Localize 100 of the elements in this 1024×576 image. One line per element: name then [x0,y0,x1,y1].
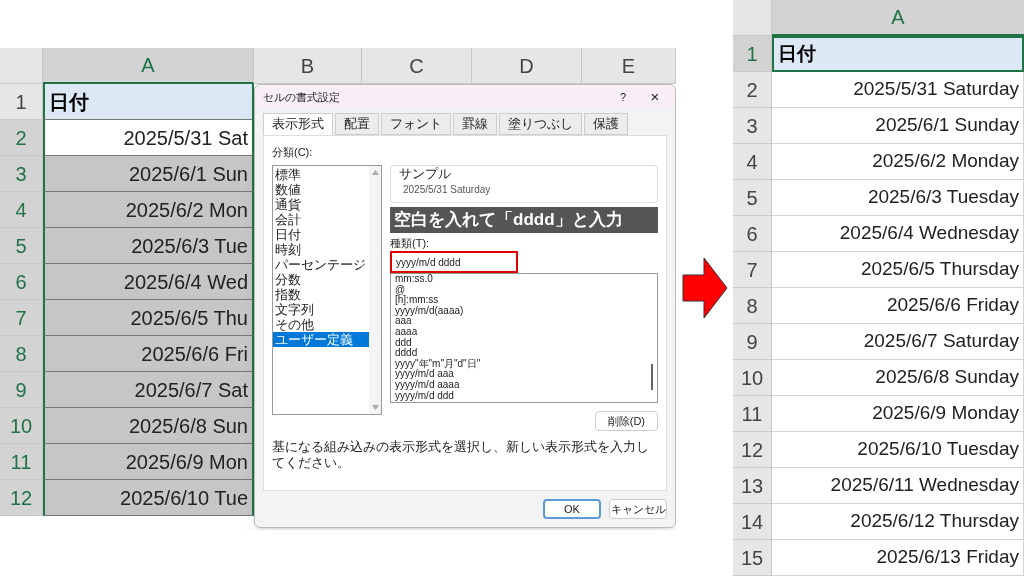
row-header[interactable]: 7 [0,300,43,336]
format-item[interactable]: @ [395,284,643,296]
category-item[interactable]: パーセンテージ [273,256,369,272]
table-cell[interactable]: 2025/5/31 Sat [43,120,254,156]
category-item[interactable]: 通貨 [273,196,369,212]
table-cell[interactable]: 2025/6/5 Thursday [772,252,1024,288]
table-cell[interactable]: 2025/6/10 Tue [43,480,254,516]
tab[interactable]: 表示形式 [263,113,333,135]
category-item[interactable]: 指数 [273,286,369,302]
category-item[interactable]: 日付 [273,226,369,242]
table-cell[interactable]: 2025/6/9 Mon [43,444,254,480]
row-header[interactable]: 8 [733,288,772,324]
row-header[interactable]: 1 [733,36,772,72]
format-item[interactable]: yyyy/m/d aaa [395,369,643,380]
column-header[interactable]: D [472,48,582,84]
column-header[interactable]: A [43,48,254,84]
table-cell[interactable]: 2025/6/10 Tuesday [772,432,1024,468]
row-header[interactable]: 3 [733,108,772,144]
corner-cell[interactable] [0,48,43,84]
category-item[interactable]: ユーザー定義 [273,331,369,347]
tab[interactable]: 保護 [584,113,628,135]
row-header[interactable]: 5 [0,228,43,264]
table-cell[interactable]: 2025/6/2 Mon [43,192,254,228]
table-cell[interactable]: 2025/6/7 Saturday [772,324,1024,360]
row-header[interactable]: 7 [733,252,772,288]
format-item[interactable]: yyyy"年"m"月"d"日" [395,358,643,370]
format-item[interactable]: yyyy/m/d(aaaa) [395,305,643,317]
row-header[interactable]: 12 [0,480,43,516]
format-item[interactable]: dddd [395,348,643,359]
category-item[interactable]: その他 [273,316,369,332]
column-header[interactable]: A [772,0,1024,36]
row-header[interactable]: 15 [733,540,772,576]
table-cell[interactable]: 日付 [772,36,1024,72]
table-cell[interactable]: 日付 [43,84,254,120]
help-button[interactable]: ? [611,88,635,106]
scrollbar-thumb[interactable] [651,364,653,390]
table-cell[interactable]: 2025/6/4 Wednesday [772,216,1024,252]
corner-cell[interactable] [733,0,772,36]
table-cell[interactable]: 2025/6/5 Thu [43,300,254,336]
delete-button[interactable]: 削除(D) [594,411,658,431]
format-item[interactable]: [h]:mm:ss [395,295,643,306]
table-cell[interactable]: 2025/5/31 Saturday [772,72,1024,108]
tab[interactable]: 配置 [335,113,379,135]
category-item[interactable]: 文字列 [273,301,369,317]
row-header[interactable]: 8 [0,336,43,372]
table-cell[interactable]: 2025/6/8 Sun [43,408,254,444]
category-item[interactable]: 数値 [273,181,369,197]
scroll-up-icon[interactable] [371,169,379,175]
table-cell[interactable]: 2025/6/1 Sunday [772,108,1024,144]
row-header[interactable]: 3 [0,156,43,192]
dialog-button[interactable]: OK [543,499,601,519]
row-header[interactable]: 10 [733,360,772,396]
type-input[interactable]: yyyy/m/d dddd [390,251,518,273]
format-item[interactable]: aaaa [395,326,643,338]
dialog-button[interactable]: キャンセル [609,499,667,519]
row-header[interactable]: 6 [0,264,43,300]
category-item[interactable]: 標準 [273,166,369,182]
format-item[interactable]: yyyy/m/d ddd [395,390,643,402]
category-item[interactable]: 分数 [273,271,369,287]
scroll-down-icon[interactable] [371,404,379,410]
table-cell[interactable]: 2025/6/13 Friday [772,540,1024,576]
row-header[interactable]: 4 [0,192,43,228]
table-cell[interactable]: 2025/6/4 Wed [43,264,254,300]
table-cell[interactable]: 2025/6/11 Wednesday [772,468,1024,504]
tab[interactable]: 塗りつぶし [499,113,582,135]
table-cell[interactable]: 2025/6/6 Friday [772,288,1024,324]
row-header[interactable]: 10 [0,408,43,444]
column-header[interactable]: C [362,48,472,84]
row-header[interactable]: 12 [733,432,772,468]
row-header[interactable]: 1 [0,84,43,120]
format-item[interactable]: ddd [395,337,643,349]
table-cell[interactable]: 2025/6/7 Sat [43,372,254,408]
table-cell[interactable]: 2025/6/6 Fri [43,336,254,372]
table-cell[interactable]: 2025/6/1 Sun [43,156,254,192]
format-item[interactable]: yyyy/m/d aaaa [395,379,643,391]
tab[interactable]: 罫線 [453,113,497,135]
column-header[interactable]: B [254,48,362,84]
category-item[interactable]: 会計 [273,211,369,227]
format-item[interactable]: mm:ss.0 [395,274,643,285]
format-item[interactable]: aaa [395,316,643,327]
table-cell[interactable]: 2025/6/8 Sunday [772,360,1024,396]
row-header[interactable]: 9 [0,372,43,408]
row-header[interactable]: 2 [733,72,772,108]
tab[interactable]: フォント [381,113,451,135]
close-button[interactable]: × [643,85,667,109]
row-header[interactable]: 13 [733,468,772,504]
row-header[interactable]: 4 [733,144,772,180]
table-cell[interactable]: 2025/6/3 Tuesday [772,180,1024,216]
category-item[interactable]: 時刻 [273,241,369,257]
row-header[interactable]: 6 [733,216,772,252]
row-header[interactable]: 11 [733,396,772,432]
table-cell[interactable]: 2025/6/3 Tue [43,228,254,264]
row-header[interactable]: 14 [733,504,772,540]
table-cell[interactable]: 2025/6/2 Monday [772,144,1024,180]
row-header[interactable]: 5 [733,180,772,216]
column-header[interactable]: E [582,48,676,84]
table-cell[interactable]: 2025/6/9 Monday [772,396,1024,432]
row-header[interactable]: 2 [0,120,43,156]
row-header[interactable]: 11 [0,444,43,480]
row-header[interactable]: 9 [733,324,772,360]
